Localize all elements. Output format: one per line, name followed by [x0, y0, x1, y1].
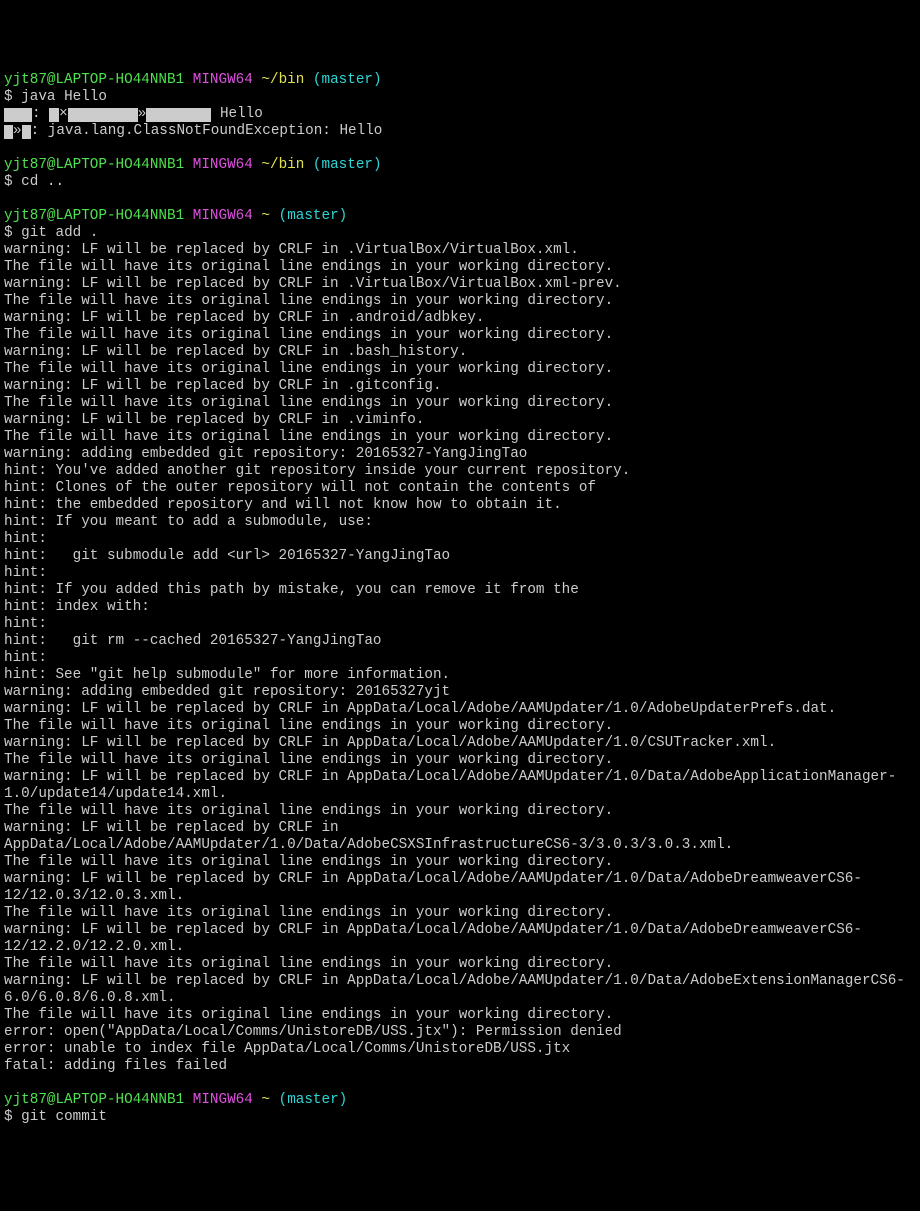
output-line: hint: If you meant to add a submodule, u… — [4, 514, 916, 531]
output-line: warning: LF will be replaced by CRLF in … — [4, 242, 916, 259]
prompt-path: ~ — [261, 1092, 270, 1108]
output-line: hint: You've added another git repositor… — [4, 463, 916, 480]
output-line: The file will have its original line end… — [4, 905, 916, 922]
command-line-1: $ java Hello — [4, 89, 916, 106]
redacted-text — [49, 108, 59, 122]
prompt-branch: (master) — [279, 1092, 348, 1108]
output-line: The file will have its original line end… — [4, 718, 916, 735]
prompt-user: yjt87@LAPTOP-HO44NNB1 — [4, 1092, 184, 1108]
output-line: The file will have its original line end… — [4, 803, 916, 820]
output-line: warning: LF will be replaced by CRLF in … — [4, 735, 916, 752]
output-line: hint: — [4, 650, 916, 667]
prompt-line-4: yjt87@LAPTOP-HO44NNB1 MINGW64 ~ (master) — [4, 1092, 916, 1109]
command-cd: cd .. — [21, 174, 64, 190]
blank-line — [4, 1075, 916, 1092]
prompt-path: ~ — [261, 208, 270, 224]
command-git-commit: git commit — [21, 1109, 107, 1125]
output-line: warning: LF will be replaced by CRLF in … — [4, 276, 916, 293]
output-line: error: unable to index file AppData/Loca… — [4, 1041, 916, 1058]
prompt-mingw: MINGW64 — [193, 157, 253, 173]
output-line: warning: adding embedded git repository:… — [4, 684, 916, 701]
prompt-user: yjt87@LAPTOP-HO44NNB1 — [4, 72, 184, 88]
prompt-branch: (master) — [313, 157, 382, 173]
output-line: warning: LF will be replaced by CRLF in … — [4, 378, 916, 395]
output-line: hint: the embedded repository and will n… — [4, 497, 916, 514]
output-line: warning: LF will be replaced by CRLF in … — [4, 344, 916, 361]
command-java: java Hello — [21, 89, 107, 105]
output-line: hint: — [4, 565, 916, 582]
output-line: warning: LF will be replaced by CRLF in … — [4, 769, 916, 803]
prompt-path: ~/bin — [261, 72, 304, 88]
prompt-mingw: MINGW64 — [193, 72, 253, 88]
output-line: warning: LF will be replaced by CRLF in … — [4, 922, 916, 956]
output-line: The file will have its original line end… — [4, 395, 916, 412]
output-line: hint: Clones of the outer repository wil… — [4, 480, 916, 497]
prompt-user: yjt87@LAPTOP-HO44NNB1 — [4, 208, 184, 224]
output-line: error: open("AppData/Local/Comms/Unistor… — [4, 1024, 916, 1041]
java-error-1: : ×» Hello — [4, 106, 916, 123]
output-line: hint: — [4, 531, 916, 548]
redacted-text — [22, 125, 31, 139]
output-line: hint: git rm --cached 20165327-YangJingT… — [4, 633, 916, 650]
prompt-line-2: yjt87@LAPTOP-HO44NNB1 MINGW64 ~/bin (mas… — [4, 157, 916, 174]
output-line: The file will have its original line end… — [4, 361, 916, 378]
terminal-output[interactable]: yjt87@LAPTOP-HO44NNB1 MINGW64 ~/bin (mas… — [4, 72, 916, 1126]
prompt-branch: (master) — [313, 72, 382, 88]
prompt-line-1: yjt87@LAPTOP-HO44NNB1 MINGW64 ~/bin (mas… — [4, 72, 916, 89]
redacted-text — [4, 125, 13, 139]
command-line-4: $ git commit — [4, 1109, 916, 1126]
command-line-3: $ git add . — [4, 225, 916, 242]
redacted-text — [4, 108, 32, 122]
prompt-mingw: MINGW64 — [193, 1092, 253, 1108]
output-line: The file will have its original line end… — [4, 854, 916, 871]
prompt-branch: (master) — [279, 208, 348, 224]
output-line: The file will have its original line end… — [4, 293, 916, 310]
output-line: The file will have its original line end… — [4, 956, 916, 973]
command-line-2: $ cd .. — [4, 174, 916, 191]
output-line: hint: index with: — [4, 599, 916, 616]
output-line: fatal: adding files failed — [4, 1058, 916, 1075]
java-error-2: »: java.lang.ClassNotFoundException: Hel… — [4, 123, 916, 140]
prompt-line-3: yjt87@LAPTOP-HO44NNB1 MINGW64 ~ (master) — [4, 208, 916, 225]
output-line: The file will have its original line end… — [4, 327, 916, 344]
output-line: warning: LF will be replaced by CRLF in … — [4, 310, 916, 327]
output-line: warning: LF will be replaced by CRLF in … — [4, 871, 916, 905]
output-line: The file will have its original line end… — [4, 1007, 916, 1024]
output-line: The file will have its original line end… — [4, 259, 916, 276]
prompt-path: ~/bin — [261, 157, 304, 173]
command-git-add: git add . — [21, 225, 98, 241]
output-line: warning: LF will be replaced by CRLF in … — [4, 820, 916, 854]
output-line: hint: — [4, 616, 916, 633]
blank-line — [4, 191, 916, 208]
output-line: warning: LF will be replaced by CRLF in … — [4, 701, 916, 718]
output-line: hint: See "git help submodule" for more … — [4, 667, 916, 684]
redacted-text — [68, 108, 138, 122]
output-line: warning: LF will be replaced by CRLF in … — [4, 973, 916, 1007]
blank-line — [4, 140, 916, 157]
prompt-user: yjt87@LAPTOP-HO44NNB1 — [4, 157, 184, 173]
prompt-mingw: MINGW64 — [193, 208, 253, 224]
output-line: warning: adding embedded git repository:… — [4, 446, 916, 463]
output-line: hint: git submodule add <url> 20165327-Y… — [4, 548, 916, 565]
output-line: The file will have its original line end… — [4, 752, 916, 769]
output-line: The file will have its original line end… — [4, 429, 916, 446]
git-output-block: warning: LF will be replaced by CRLF in … — [4, 242, 916, 1075]
output-line: hint: If you added this path by mistake,… — [4, 582, 916, 599]
output-line: warning: LF will be replaced by CRLF in … — [4, 412, 916, 429]
redacted-text — [146, 108, 211, 122]
